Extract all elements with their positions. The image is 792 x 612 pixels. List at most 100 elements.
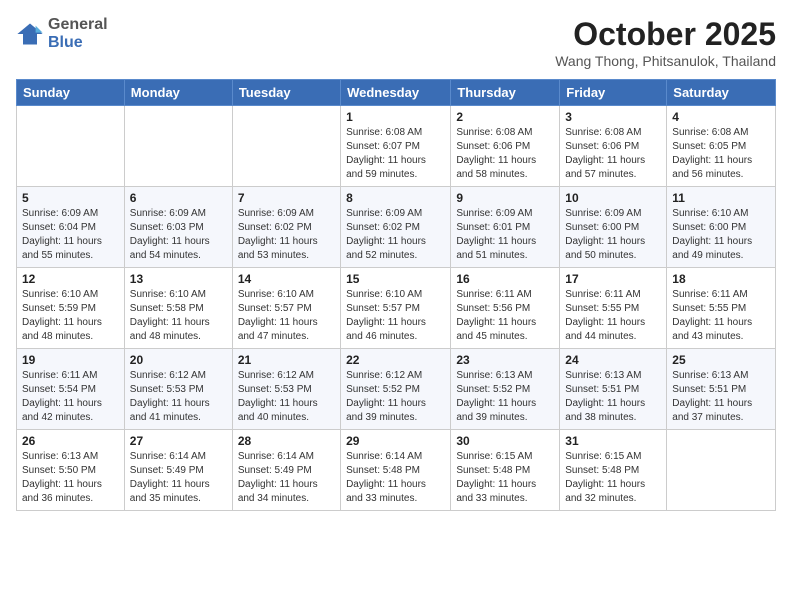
calendar-cell: 31 Sunrise: 6:15 AM Sunset: 5:48 PM Dayli…	[560, 430, 667, 511]
cell-info: Sunrise: 6:14 AM Sunset: 5:49 PM Dayligh…	[238, 450, 335, 506]
calendar-cell	[17, 106, 125, 187]
day-number: 1	[346, 110, 445, 124]
day-number: 4	[672, 110, 770, 124]
cell-info: Sunrise: 6:10 AM Sunset: 5:58 PM Dayligh…	[130, 288, 227, 344]
calendar-cell: 11 Sunrise: 6:10 AM Sunset: 6:00 PM Dayli…	[667, 187, 776, 268]
logo: General Blue	[16, 16, 108, 52]
day-number: 31	[565, 434, 661, 448]
calendar-cell: 14 Sunrise: 6:10 AM Sunset: 5:57 PM Dayli…	[232, 268, 340, 349]
day-number: 2	[456, 110, 554, 124]
cell-info: Sunrise: 6:09 AM Sunset: 6:00 PM Dayligh…	[565, 207, 661, 263]
day-number: 16	[456, 272, 554, 286]
cell-info: Sunrise: 6:14 AM Sunset: 5:48 PM Dayligh…	[346, 450, 445, 506]
day-number: 26	[22, 434, 119, 448]
cell-info: Sunrise: 6:13 AM Sunset: 5:50 PM Dayligh…	[22, 450, 119, 506]
calendar-cell	[667, 430, 776, 511]
day-number: 9	[456, 191, 554, 205]
weekday-header: Friday	[560, 80, 667, 106]
calendar-cell	[232, 106, 340, 187]
cell-info: Sunrise: 6:08 AM Sunset: 6:07 PM Dayligh…	[346, 126, 445, 182]
day-number: 18	[672, 272, 770, 286]
logo-blue: Blue	[48, 34, 108, 52]
day-number: 19	[22, 353, 119, 367]
calendar-cell: 23 Sunrise: 6:13 AM Sunset: 5:52 PM Dayli…	[451, 349, 560, 430]
cell-info: Sunrise: 6:09 AM Sunset: 6:03 PM Dayligh…	[130, 207, 227, 263]
logo-text: General Blue	[48, 16, 108, 52]
day-number: 23	[456, 353, 554, 367]
calendar-cell: 8Sunrise: 6:09 AM Sunset: 6:02 PM Daylig…	[341, 187, 451, 268]
day-number: 17	[565, 272, 661, 286]
calendar-cell: 6 Sunrise: 6:09 AM Sunset: 6:03 PM Daylig…	[124, 187, 232, 268]
cell-info: Sunrise: 6:13 AM Sunset: 5:52 PM Dayligh…	[456, 369, 554, 425]
calendar-cell: 13 Sunrise: 6:10 AM Sunset: 5:58 PM Dayli…	[124, 268, 232, 349]
cell-info: Sunrise: 6:10 AM Sunset: 5:57 PM Dayligh…	[238, 288, 335, 344]
day-number: 3	[565, 110, 661, 124]
calendar-cell: 7 Sunrise: 6:09 AM Sunset: 6:02 PM Daylig…	[232, 187, 340, 268]
cell-info: Sunrise: 6:08 AM Sunset: 6:06 PM Dayligh…	[565, 126, 661, 182]
weekday-header: Wednesday	[341, 80, 451, 106]
cell-info: Sunrise: 6:10 AM Sunset: 5:57 PM Dayligh…	[346, 288, 445, 344]
calendar-cell: 18 Sunrise: 6:11 AM Sunset: 5:55 PM Dayli…	[667, 268, 776, 349]
day-number: 24	[565, 353, 661, 367]
calendar-cell: 19 Sunrise: 6:11 AM Sunset: 5:54 PM Dayli…	[17, 349, 125, 430]
calendar-cell: 27 Sunrise: 6:14 AM Sunset: 5:49 PM Dayli…	[124, 430, 232, 511]
cell-info: Sunrise: 6:12 AM Sunset: 5:53 PM Dayligh…	[238, 369, 335, 425]
day-number: 5	[22, 191, 119, 205]
day-number: 12	[22, 272, 119, 286]
day-number: 6	[130, 191, 227, 205]
calendar-cell: 1 Sunrise: 6:08 AM Sunset: 6:07 PM Daylig…	[341, 106, 451, 187]
calendar-cell: 16 Sunrise: 6:11 AM Sunset: 5:56 PM Dayli…	[451, 268, 560, 349]
calendar-week-row: 12 Sunrise: 6:10 AM Sunset: 5:59 PM Dayli…	[17, 268, 776, 349]
cell-info: Sunrise: 6:13 AM Sunset: 5:51 PM Dayligh…	[672, 369, 770, 425]
cell-info: Sunrise: 6:12 AM Sunset: 5:53 PM Dayligh…	[130, 369, 227, 425]
day-number: 29	[346, 434, 445, 448]
calendar-week-row: 1 Sunrise: 6:08 AM Sunset: 6:07 PM Daylig…	[17, 106, 776, 187]
cell-info: Sunrise: 6:11 AM Sunset: 5:56 PM Dayligh…	[456, 288, 554, 344]
calendar-cell: 3 Sunrise: 6:08 AM Sunset: 6:06 PM Daylig…	[560, 106, 667, 187]
day-number: 14	[238, 272, 335, 286]
calendar-cell	[124, 106, 232, 187]
calendar-cell: 22 Sunrise: 6:12 AM Sunset: 5:52 PM Dayli…	[341, 349, 451, 430]
day-number: 30	[456, 434, 554, 448]
cell-info: Sunrise: 6:10 AM Sunset: 5:59 PM Dayligh…	[22, 288, 119, 344]
cell-info: Sunrise: 6:11 AM Sunset: 5:55 PM Dayligh…	[565, 288, 661, 344]
weekday-header: Monday	[124, 80, 232, 106]
cell-info: Sunrise: 6:09 AM Sunset: 6:01 PM Dayligh…	[456, 207, 554, 263]
calendar-week-row: 26 Sunrise: 6:13 AM Sunset: 5:50 PM Dayli…	[17, 430, 776, 511]
calendar-cell: 15Sunrise: 6:10 AM Sunset: 5:57 PM Dayli…	[341, 268, 451, 349]
calendar-cell: 12 Sunrise: 6:10 AM Sunset: 5:59 PM Dayli…	[17, 268, 125, 349]
weekday-header: Saturday	[667, 80, 776, 106]
day-number: 11	[672, 191, 770, 205]
cell-info: Sunrise: 6:11 AM Sunset: 5:55 PM Dayligh…	[672, 288, 770, 344]
day-number: 21	[238, 353, 335, 367]
day-number: 7	[238, 191, 335, 205]
calendar-week-row: 19 Sunrise: 6:11 AM Sunset: 5:54 PM Dayli…	[17, 349, 776, 430]
day-number: 10	[565, 191, 661, 205]
calendar-cell: 5 Sunrise: 6:09 AM Sunset: 6:04 PM Daylig…	[17, 187, 125, 268]
calendar-cell: 4 Sunrise: 6:08 AM Sunset: 6:05 PM Daylig…	[667, 106, 776, 187]
page-header: General Blue October 2025 Wang Thong, Ph…	[16, 16, 776, 69]
cell-info: Sunrise: 6:09 AM Sunset: 6:02 PM Dayligh…	[238, 207, 335, 263]
weekday-header: Thursday	[451, 80, 560, 106]
calendar-cell: 24Sunrise: 6:13 AM Sunset: 5:51 PM Dayli…	[560, 349, 667, 430]
weekday-header: Tuesday	[232, 80, 340, 106]
day-number: 27	[130, 434, 227, 448]
weekday-header: Sunday	[17, 80, 125, 106]
cell-info: Sunrise: 6:11 AM Sunset: 5:54 PM Dayligh…	[22, 369, 119, 425]
cell-info: Sunrise: 6:10 AM Sunset: 6:00 PM Dayligh…	[672, 207, 770, 263]
calendar-cell: 10 Sunrise: 6:09 AM Sunset: 6:00 PM Dayli…	[560, 187, 667, 268]
day-number: 20	[130, 353, 227, 367]
location-title: Wang Thong, Phitsanulok, Thailand	[555, 53, 776, 69]
calendar-cell: 21 Sunrise: 6:12 AM Sunset: 5:53 PM Dayli…	[232, 349, 340, 430]
day-number: 22	[346, 353, 445, 367]
logo-general: General	[48, 16, 108, 34]
cell-info: Sunrise: 6:08 AM Sunset: 6:05 PM Dayligh…	[672, 126, 770, 182]
day-number: 13	[130, 272, 227, 286]
calendar-cell: 17 Sunrise: 6:11 AM Sunset: 5:55 PM Dayli…	[560, 268, 667, 349]
day-number: 25	[672, 353, 770, 367]
cell-info: Sunrise: 6:12 AM Sunset: 5:52 PM Dayligh…	[346, 369, 445, 425]
cell-info: Sunrise: 6:08 AM Sunset: 6:06 PM Dayligh…	[456, 126, 554, 182]
cell-info: Sunrise: 6:15 AM Sunset: 5:48 PM Dayligh…	[565, 450, 661, 506]
cell-info: Sunrise: 6:14 AM Sunset: 5:49 PM Dayligh…	[130, 450, 227, 506]
cell-info: Sunrise: 6:09 AM Sunset: 6:04 PM Dayligh…	[22, 207, 119, 263]
